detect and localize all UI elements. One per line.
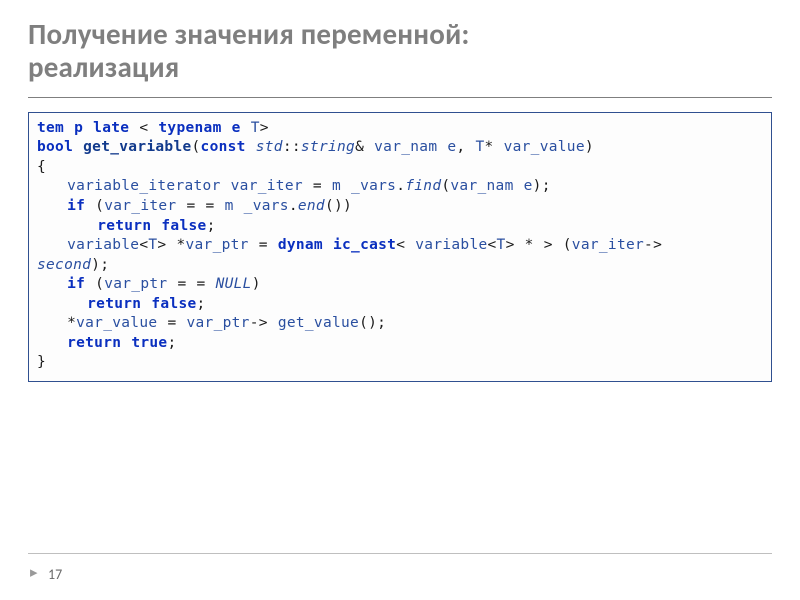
lit-true: true	[131, 335, 167, 351]
id-variter2: var_iter	[104, 198, 176, 214]
kw-return1: return	[97, 218, 151, 234]
footer-rule	[28, 553, 772, 554]
kw-typename: typenam e	[158, 120, 240, 136]
slide-title: Получение значения переменной: реализаци…	[28, 18, 772, 89]
id-second: second	[37, 257, 91, 273]
id-null: NULL	[216, 276, 252, 292]
fn-get-variable: get_variable	[83, 139, 191, 155]
id-varptr3: var_ptr	[187, 315, 250, 331]
id-varname: var_nam e	[374, 139, 456, 155]
type-T2: T	[475, 139, 484, 155]
kw-return3: return	[67, 335, 121, 351]
id-varptr: var_ptr	[186, 237, 249, 253]
id-varname2: var_nam e	[450, 178, 532, 194]
page-number: 17	[48, 566, 62, 583]
id-varvalue: var_value	[504, 139, 585, 155]
id-varvalue2: var_value	[76, 315, 157, 331]
id-mvars2: m _vars	[225, 198, 289, 214]
kw-dyncast: dynam ic_cast	[278, 237, 396, 253]
id-getvalue: get_value	[278, 315, 359, 331]
id-variable: variable	[67, 237, 139, 253]
brace-open: {	[37, 159, 46, 175]
kw-const: const	[201, 139, 246, 155]
title-underline	[28, 97, 772, 98]
id-varptr2: var_ptr	[104, 276, 167, 292]
id-varit-type: variable_iterator	[67, 178, 221, 194]
lit-false2: false	[151, 296, 196, 312]
kw-if2: if	[67, 276, 85, 292]
id-std: std	[256, 139, 283, 155]
kw-if1: if	[67, 198, 85, 214]
lit-false1: false	[161, 218, 206, 234]
title-line1: Получение значения переменной:	[28, 16, 470, 52]
id-find: find	[405, 178, 441, 194]
id-string: string	[301, 139, 355, 155]
kw-return2: return	[87, 296, 141, 312]
type-T: T	[251, 120, 260, 136]
id-mvars: m _vars	[332, 178, 396, 194]
title-line2: реализация	[28, 49, 179, 85]
id-variter: var_iter	[231, 178, 303, 194]
code-block: tem p late < typenam e T> bool get_varia…	[28, 112, 772, 382]
kw-template: tem p late	[37, 120, 129, 136]
kw-bool: bool	[37, 139, 73, 155]
id-end: end	[298, 198, 325, 214]
brace-close: }	[37, 354, 46, 370]
id-variter3: var_iter	[572, 237, 644, 253]
page-arrow-icon: ▸	[30, 563, 38, 582]
